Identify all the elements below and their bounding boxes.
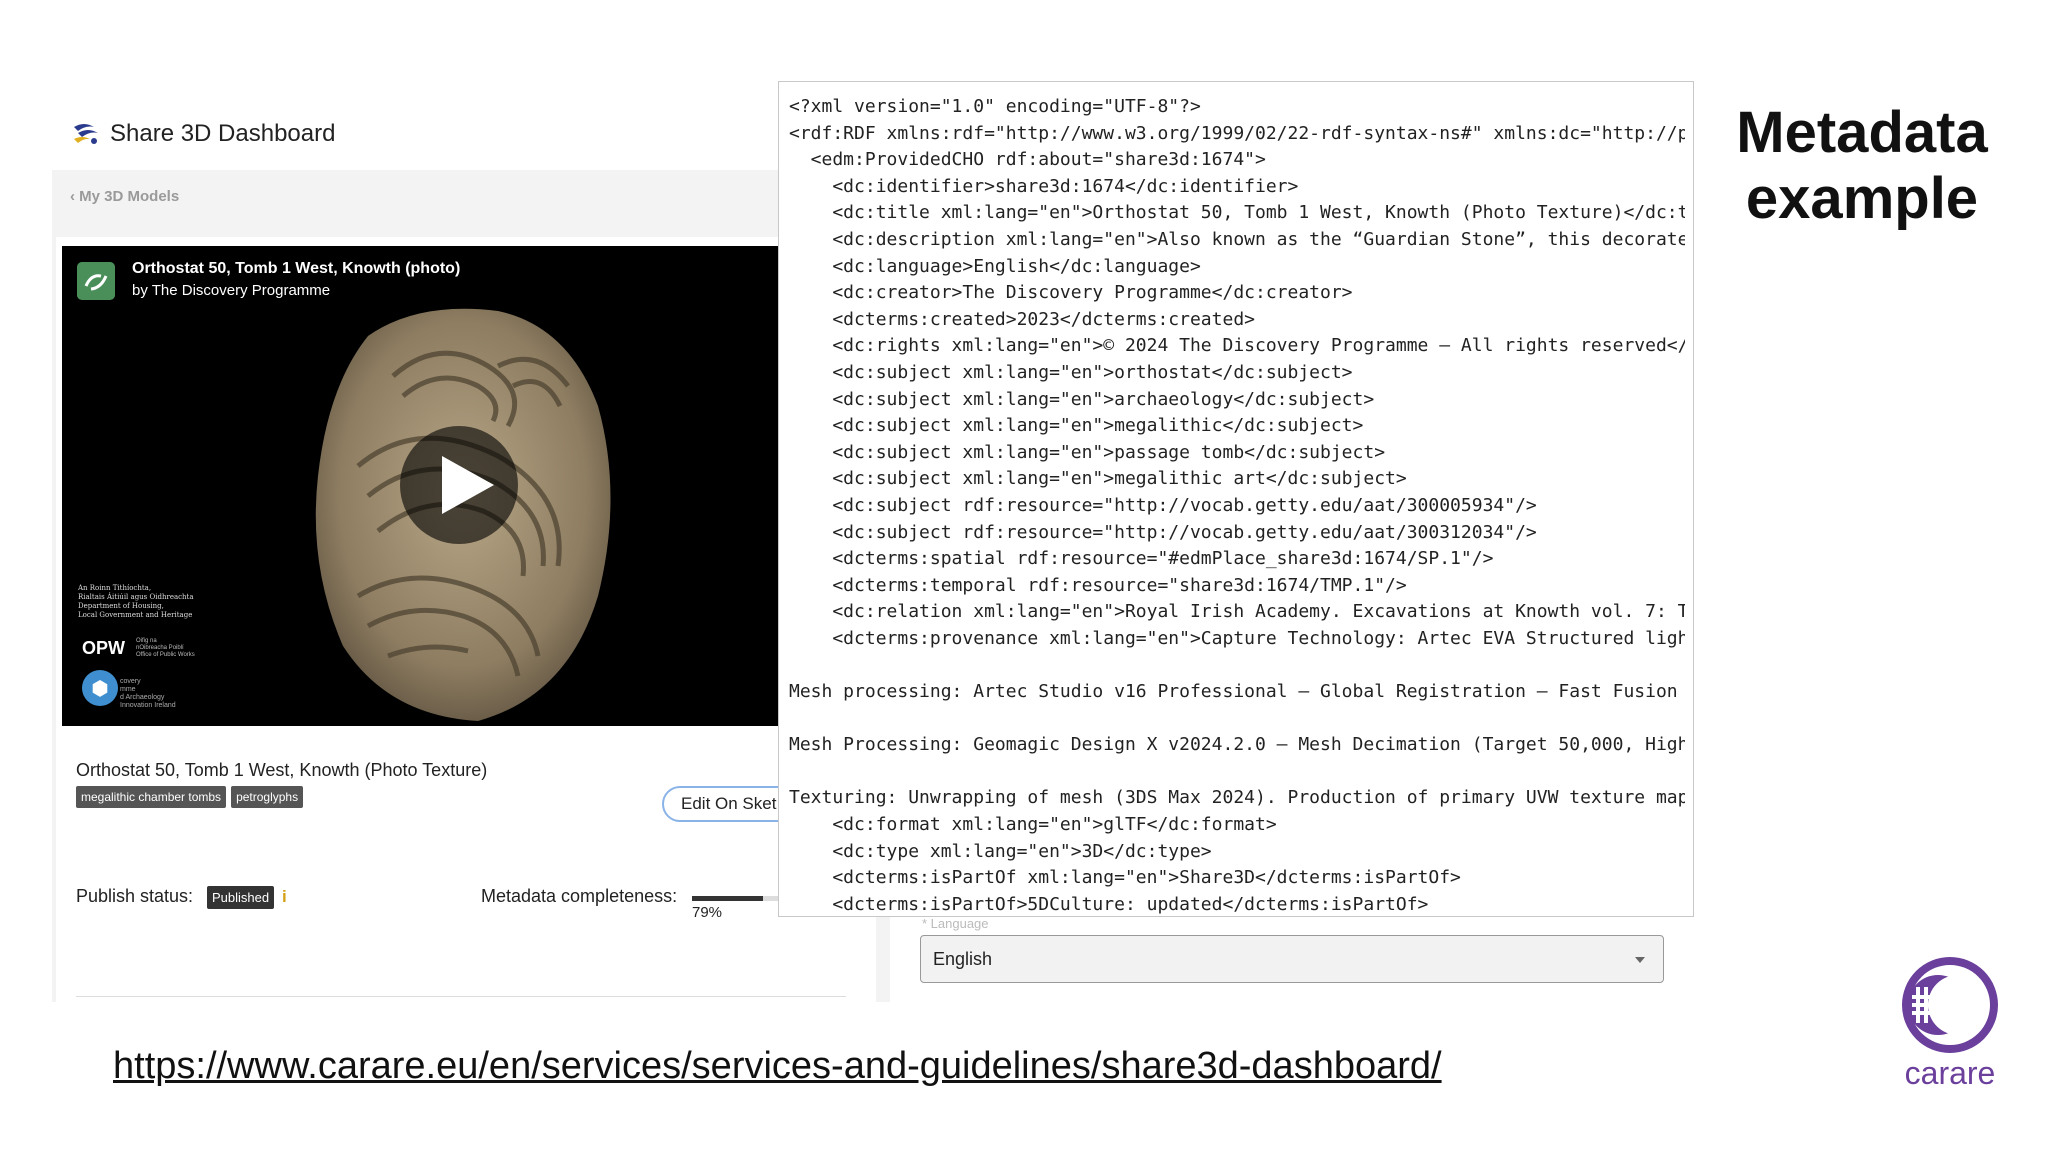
slide-title-line-2: example — [1745, 166, 1979, 231]
breadcrumb-my-3d-models[interactable]: ‹ My 3D Models — [70, 188, 179, 205]
government-logo-text: An Roinn Tithíochta, Rialtais Áitiúil ag… — [78, 584, 194, 619]
dashboard-title: Share 3D Dashboard — [110, 120, 336, 147]
divider — [76, 996, 846, 997]
xml-line: <dcterms:spatial rdf:resource="#edmPlace… — [789, 548, 1494, 570]
xml-line: <dcterms:isPartOf xml:lang="en">Share3D<… — [789, 867, 1461, 889]
metadata-completeness-bar — [692, 896, 782, 901]
xml-line: <dc:title xml:lang="en">Orthostat 50, To… — [789, 202, 1685, 224]
dropdown-caret-icon — [1635, 957, 1645, 963]
sketchfab-logo-icon — [77, 262, 115, 300]
xml-line: <edm:ProvidedCHO rdf:about="share3d:1674… — [789, 149, 1266, 171]
footer-url-link[interactable]: https://www.carare.eu/en/services/servic… — [113, 1045, 1442, 1088]
play-button[interactable] — [400, 426, 518, 544]
xml-line: <dc:rights xml:lang="en">© 2024 The Disc… — [789, 335, 1685, 357]
xml-line: <dc:subject rdf:resource="http://vocab.g… — [789, 521, 1537, 543]
language-select[interactable]: English — [920, 935, 1664, 983]
xml-line: <dcterms:provenance xml:lang="en">Captur… — [789, 627, 1685, 649]
xml-line: <?xml version="1.0" encoding="UTF-8"?> — [789, 96, 1201, 117]
xml-line: <dcterms:created>2023</dcterms:created> — [789, 308, 1255, 330]
slide-title: Metadata example — [1702, 100, 2022, 232]
xml-line: Texturing: Unwrapping of mesh (3DS Max 2… — [789, 787, 1685, 809]
xml-line: <dc:format xml:lang="en">glTF</dc:format… — [789, 814, 1277, 836]
cube-icon[interactable]: ⬢ — [82, 670, 118, 706]
carare-logo-icon — [1902, 957, 1998, 1053]
xml-line: <dc:subject xml:lang="en">orthostat</dc:… — [789, 361, 1353, 383]
xml-line — [789, 706, 1685, 733]
xml-line: <dc:language>English</dc:language> — [789, 255, 1201, 277]
xml-line: <dc:type xml:lang="en">3D</dc:type> — [789, 840, 1212, 862]
language-label: * Language — [922, 916, 989, 931]
xml-code: <?xml version="1.0" encoding="UTF-8"?> <r… — [789, 94, 1685, 916]
xml-line — [789, 759, 1685, 786]
xml-line: Mesh processing: Artec Studio v16 Profes… — [789, 681, 1685, 703]
xml-line: Mesh Processing: Geomagic Design X v2024… — [789, 734, 1685, 756]
share3d-logo-icon — [74, 124, 98, 144]
tag-megalithic-chamber-tombs[interactable]: megalithic chamber tombs — [76, 786, 227, 808]
info-icon[interactable]: i — [282, 887, 287, 907]
model-title: Orthostat 50, Tomb 1 West, Knowth (Photo… — [76, 760, 488, 780]
metadata-completeness-fill — [692, 896, 764, 901]
model-viewer[interactable]: Orthostat 50, Tomb 1 West, Knowth (photo… — [62, 246, 782, 726]
tag-list: megalithic chamber tombs petroglyphs — [76, 786, 304, 808]
xml-line: <dc:creator>The Discovery Programme</dc:… — [789, 282, 1353, 304]
dashboard-header: Share 3D Dashboard — [70, 112, 335, 156]
xml-line: <dc:subject xml:lang="en">archaeology</d… — [789, 388, 1375, 410]
metadata-completeness-label: Metadata completeness: — [481, 886, 678, 906]
xml-line: <dc:subject xml:lang="en">megalithic art… — [789, 468, 1407, 490]
xml-line: <dc:subject xml:lang="en">passage tomb</… — [789, 441, 1386, 463]
viewer-title: Orthostat 50, Tomb 1 West, Knowth (photo… — [132, 260, 461, 277]
carare-brand-text: carare — [1904, 1055, 1996, 1091]
xml-line: <dc:subject xml:lang="en">megalithic</dc… — [789, 415, 1364, 437]
slide-title-line-1: Metadata — [1736, 100, 1988, 165]
metadata-completeness-value: 79% — [692, 904, 723, 921]
xml-line: <dcterms:temporal rdf:resource="share3d:… — [789, 574, 1407, 596]
xml-line: <dc:description xml:lang="en">Also known… — [789, 228, 1685, 250]
opw-logo: OPW — [82, 638, 125, 658]
xml-line: <dcterms:isPartOf>5DCulture: updated</dc… — [789, 893, 1429, 915]
opw-logo-subtext: Oifig na nOibreacha Poiblí Office of Pub… — [136, 638, 195, 658]
xml-line — [789, 652, 1685, 679]
xml-line: <dc:subject rdf:resource="http://vocab.g… — [789, 494, 1537, 516]
status-badge: Published — [207, 886, 275, 909]
discovery-programme-logo-text: covery mme d Archaeology Innovation Irel… — [120, 678, 176, 709]
tag-petroglyphs[interactable]: petroglyphs — [231, 786, 304, 808]
xml-line: <dc:relation xml:lang="en">Royal Irish A… — [789, 601, 1685, 623]
xml-metadata-panel[interactable]: <?xml version="1.0" encoding="UTF-8"?> <r… — [778, 81, 1694, 917]
publish-status-label: Publish status: — [76, 886, 194, 906]
xml-line: <rdf:RDF xmlns:rdf="http://www.w3.org/19… — [789, 122, 1685, 144]
language-select-value: English — [933, 948, 993, 969]
xml-line: <dc:identifier>share3d:1674</dc:identifi… — [789, 175, 1299, 197]
